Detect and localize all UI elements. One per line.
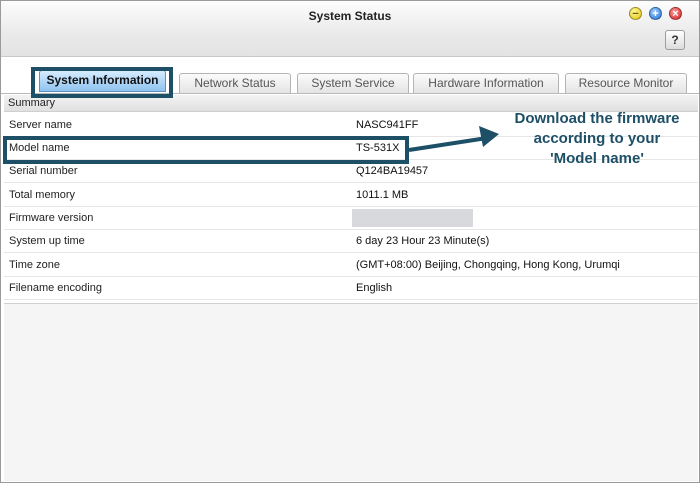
redacted-value: [352, 209, 473, 227]
table-row: Firmware version: [4, 207, 698, 230]
table-row: Time zone (GMT+08:00) Beijing, Chongqing…: [4, 254, 698, 277]
empty-area: [4, 303, 698, 481]
annotation-line-2: according to your: [533, 130, 661, 147]
row-key: Model name: [9, 142, 70, 154]
annotation-note: Download the firmware according to your …: [497, 109, 697, 169]
tab-system-information[interactable]: System Information: [39, 70, 166, 92]
annotation-line-3: 'Model name': [550, 150, 644, 167]
row-value: Q124BA19457: [356, 165, 429, 177]
row-key: Time zone: [9, 259, 60, 271]
row-value: 6 day 23 Hour 23 Minute(s): [356, 235, 490, 247]
maximize-icon[interactable]: +: [649, 7, 662, 20]
table-row: System up time 6 day 23 Hour 23 Minute(s…: [4, 230, 698, 253]
row-key: Firmware version: [9, 212, 94, 224]
row-key: Total memory: [9, 189, 76, 201]
tab-network-status[interactable]: Network Status: [179, 73, 291, 93]
tab-resource-monitor[interactable]: Resource Monitor: [565, 73, 687, 93]
help-button[interactable]: ?: [665, 30, 685, 50]
row-key: System up time: [9, 235, 85, 247]
row-key: Serial number: [9, 165, 78, 177]
tab-hardware-information[interactable]: Hardware Information: [413, 73, 559, 93]
row-key: Filename encoding: [9, 282, 102, 294]
window-title: System Status: [308, 9, 392, 23]
row-value: TS-531X: [356, 142, 400, 154]
table-row: Filename encoding English: [4, 277, 698, 300]
system-status-window: System Status − + × ? System Information…: [0, 0, 700, 483]
tab-system-service[interactable]: System Service: [297, 73, 409, 93]
row-value: NASC941FF: [356, 119, 419, 131]
row-value: 1011.1 MB: [356, 189, 409, 201]
title-bar: System Status − + × ?: [1, 1, 699, 57]
annotation-line-1: Download the firmware: [514, 110, 680, 127]
tab-strip: System Information Network Status System…: [1, 58, 699, 94]
row-key: Server name: [9, 119, 72, 131]
close-icon[interactable]: ×: [669, 7, 682, 20]
row-value: (GMT+08:00) Beijing, Chongqing, Hong Kon…: [356, 259, 620, 271]
row-value: English: [356, 282, 393, 294]
minimize-icon[interactable]: −: [629, 7, 642, 20]
table-row: Total memory 1011.1 MB: [4, 184, 698, 207]
